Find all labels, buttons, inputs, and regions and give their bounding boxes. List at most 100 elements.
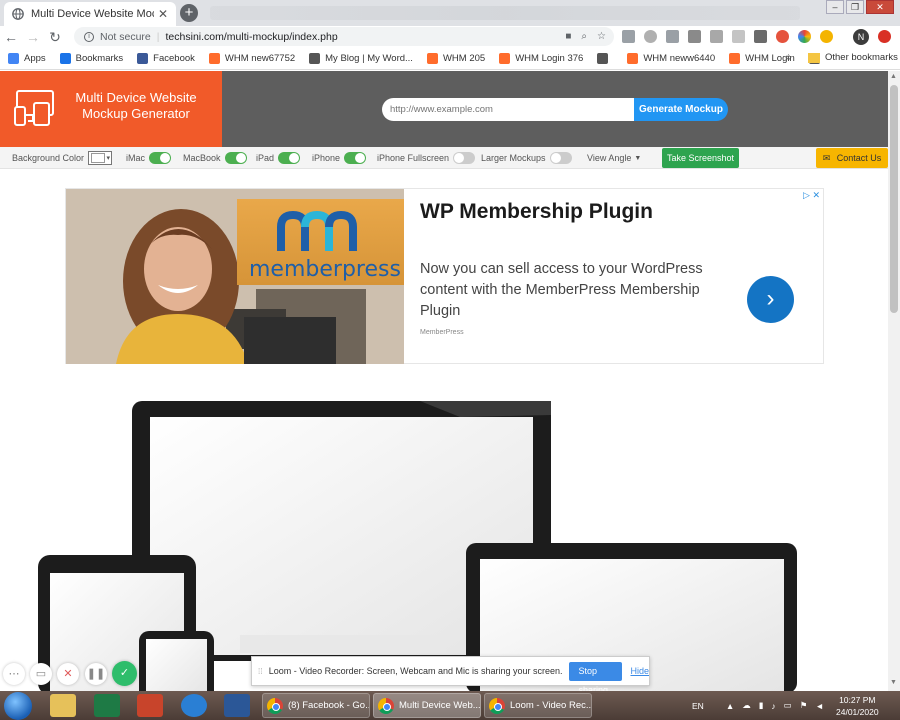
website-url-input[interactable] — [382, 98, 642, 121]
extension-icon[interactable] — [732, 30, 745, 43]
bookmark-item[interactable]: My Blog | My Word... — [309, 53, 413, 64]
start-button[interactable] — [4, 692, 32, 720]
internet-explorer-icon[interactable] — [181, 694, 207, 717]
toggle-switch[interactable] — [453, 152, 476, 164]
loom-pause-icon[interactable]: ❚❚ — [85, 663, 107, 685]
bookmark-label: WHM new67752 — [224, 53, 296, 64]
page-scrollbar[interactable]: ▲ ▼ — [888, 71, 900, 691]
loom-more-icon[interactable]: ⋯ — [3, 663, 25, 685]
loom-camera-icon[interactable]: ▭ — [30, 663, 52, 685]
code-extension-icon[interactable] — [622, 30, 635, 43]
new-tab-button[interactable]: + — [180, 4, 198, 22]
system-clock[interactable]: 10:27 PM 24/01/2020 — [836, 694, 879, 718]
show-hidden-icons-icon[interactable]: ▲ — [726, 701, 734, 711]
ad-arrow-button[interactable]: › — [747, 276, 794, 323]
apps-grid-icon — [8, 53, 19, 64]
minimize-icon[interactable]: – — [826, 0, 844, 14]
bookmark-item[interactable]: WHM Login 376 — [499, 53, 583, 64]
cpanel-icon — [426, 53, 438, 64]
extension-icon[interactable] — [710, 30, 723, 43]
bookmarks-overflow-icon[interactable]: » — [786, 52, 792, 63]
record-extension-icon[interactable] — [776, 30, 789, 43]
facebook-extension-icon[interactable] — [688, 30, 701, 43]
caret-down-icon: ▼ — [634, 154, 642, 162]
toggle-ipad[interactable]: iPad — [256, 147, 301, 169]
address-bar[interactable]: i Not secure | techsini.com/multi-mockup… — [74, 27, 614, 46]
bookmark-item[interactable]: Facebook — [137, 53, 195, 64]
loom-cancel-icon[interactable]: ✕ — [57, 663, 79, 685]
bookmark-item[interactable]: WHM neww6440 — [627, 53, 715, 64]
language-indicator[interactable]: EN — [692, 701, 704, 711]
back-icon[interactable]: ← — [0, 29, 22, 45]
bookmark-item[interactable]: Bookmarks — [59, 53, 123, 64]
take-screenshot-button[interactable]: Take Screenshot — [662, 148, 739, 168]
toggle-macbook[interactable]: MacBook — [183, 147, 247, 169]
zoom-icon[interactable]: ⌕ — [581, 31, 587, 42]
excel-icon[interactable] — [94, 694, 120, 717]
bookmark-item[interactable]: WHM new67752 — [208, 53, 296, 64]
site-logo[interactable]: Multi Device Website Mockup Generator — [0, 71, 222, 147]
camera-blocked-icon[interactable]: ■ — [565, 31, 571, 42]
toggle-iphone[interactable]: iPhone — [312, 147, 367, 169]
taskbar-chrome-window[interactable]: (8) Facebook - Go... — [262, 693, 370, 718]
ad-choices-icon[interactable]: ▷ ✕ — [803, 190, 820, 201]
toggle-switch[interactable] — [224, 152, 247, 164]
speaker-icon[interactable]: ◄ — [815, 701, 823, 711]
color-extension-icon[interactable] — [798, 30, 811, 43]
bookmark-item[interactable] — [597, 53, 613, 64]
action-center-icon[interactable]: ▭ — [784, 700, 792, 711]
toggle-switch[interactable] — [344, 152, 367, 164]
toggle-switch[interactable] — [149, 152, 172, 164]
scroll-down-icon[interactable]: ▼ — [890, 679, 897, 686]
contact-us-button[interactable]: ✉ Contact Us — [816, 148, 888, 168]
camera-extension-icon[interactable] — [666, 30, 679, 43]
browser-tab-active[interactable]: Multi Device Website Mockup Ge ✕ — [4, 2, 176, 26]
bookmark-item[interactable]: Apps — [8, 53, 46, 64]
access-icon[interactable] — [137, 694, 163, 717]
system-tray: EN ▲ ☁ ▮ ♪ ▭ ⚑ ◄ — [692, 691, 824, 720]
taskbar-chrome-window[interactable]: Loom - Video Rec... — [484, 693, 592, 718]
forward-icon[interactable]: → — [22, 29, 44, 45]
info-icon[interactable]: i — [84, 31, 94, 42]
generate-mockup-button[interactable]: Generate Mockup — [634, 98, 728, 121]
tab-close-icon[interactable]: ✕ — [158, 7, 168, 21]
loom-done-icon[interactable]: ✓ — [112, 661, 137, 686]
bookmark-item[interactable]: WHM 205 — [426, 53, 485, 64]
bookmark-star-icon[interactable]: ☆ — [597, 31, 606, 42]
network-icon[interactable]: ▮ — [759, 700, 764, 711]
toggle-switch[interactable] — [549, 152, 572, 164]
advertisement-banner[interactable]: memberpress WP Membership Plugin Now you… — [65, 188, 824, 364]
reload-icon[interactable]: ↻ — [44, 29, 66, 46]
check-extension-icon[interactable] — [820, 30, 833, 43]
scroll-thumb[interactable] — [890, 85, 898, 313]
taskbar-chrome-window[interactable]: Multi Device Web... — [373, 693, 481, 718]
cpanel-icon — [499, 53, 511, 64]
toggle-imac[interactable]: iMac — [126, 147, 172, 169]
toggle-larger-mockups[interactable]: Larger Mockups — [481, 147, 572, 169]
toggle-iphone-fullscreen[interactable]: iPhone Fullscreen — [377, 147, 476, 169]
clock-date: 24/01/2020 — [836, 707, 879, 717]
extension-icon[interactable] — [644, 30, 657, 43]
chrome-menu-icon[interactable] — [878, 30, 891, 43]
word-icon[interactable] — [224, 694, 250, 717]
bookmark-item[interactable]: WHM Login — [729, 53, 795, 64]
hide-link[interactable]: Hide — [630, 666, 649, 676]
barcode-extension-icon[interactable] — [754, 30, 767, 43]
restore-icon[interactable]: ❐ — [846, 0, 864, 14]
volume-icon[interactable]: ♪ — [771, 701, 775, 711]
url-text[interactable]: techsini.com/multi-mockup/index.php — [166, 31, 338, 43]
file-explorer-icon[interactable] — [50, 694, 76, 717]
view-angle-dropdown[interactable]: View Angle ▼ — [587, 147, 641, 169]
scroll-up-icon[interactable]: ▲ — [890, 73, 897, 80]
flag-icon[interactable]: ⚑ — [800, 700, 808, 711]
profile-avatar[interactable]: N — [853, 29, 869, 45]
stop-sharing-button[interactable]: Stop sharing — [568, 661, 623, 695]
cpanel-icon — [729, 53, 741, 64]
toggle-switch[interactable] — [278, 152, 301, 164]
drag-handle-icon[interactable]: ⁞⁞ — [258, 667, 265, 676]
window-close-icon[interactable]: ✕ — [866, 0, 894, 14]
background-color-picker[interactable]: ▾ — [88, 151, 113, 165]
ad-title[interactable]: WP Membership Plugin — [420, 200, 653, 224]
other-bookmarks[interactable]: Other bookmarks — [808, 52, 898, 63]
cloud-upload-icon[interactable]: ☁ — [742, 700, 751, 711]
